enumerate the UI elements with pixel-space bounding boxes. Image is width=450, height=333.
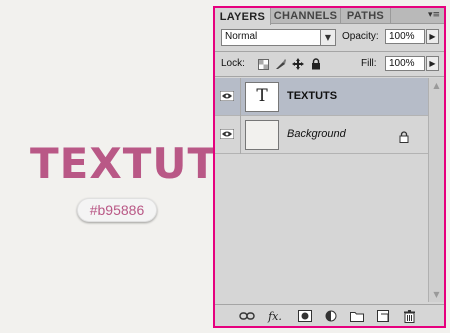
opacity-arrow-icon[interactable]: ▶ [426, 29, 439, 44]
lock-all-icon[interactable] [310, 58, 322, 70]
text-layer-icon: T [256, 86, 268, 106]
fill-arrow-icon[interactable]: ▶ [426, 56, 439, 71]
panel-bottom-bar: fx. [215, 304, 444, 326]
text-layer-thumbnail: T [245, 82, 279, 112]
lock-pixels-icon[interactable] [275, 58, 287, 70]
panel-tabs: LAYERS CHANNELS PATHS ▾≡ [215, 8, 444, 25]
trash-icon[interactable] [401, 309, 417, 323]
layer-row-background[interactable]: Background [215, 116, 428, 154]
opacity-label: Opacity: [342, 31, 379, 42]
lock-label: Lock: [221, 58, 245, 69]
layer-name[interactable]: Background [287, 128, 346, 140]
divider [240, 116, 241, 154]
chevron-down-icon[interactable]: ▼ [320, 30, 335, 45]
tab-paths[interactable]: PATHS [341, 8, 391, 24]
divider [240, 78, 241, 116]
layer-name[interactable]: TEXTUTS [287, 90, 337, 102]
blend-opacity-row: Normal ▼ Opacity: 100% ▶ [215, 26, 444, 48]
fx-icon[interactable]: fx. [267, 309, 283, 323]
new-group-icon[interactable] [349, 309, 365, 323]
layer-list: T TEXTUTS Background [215, 78, 428, 302]
link-layers-icon[interactable] [239, 309, 255, 323]
new-layer-icon[interactable] [375, 309, 391, 323]
lock-icon [399, 128, 409, 143]
lock-position-icon[interactable] [292, 58, 304, 70]
color-badge-text: #b95886 [89, 202, 145, 218]
lock-fill-row: Lock: Fill: 100% ▶ [215, 54, 444, 74]
scroll-down-icon[interactable]: ▼ [429, 287, 444, 302]
divider [215, 51, 444, 52]
divider [215, 76, 444, 77]
layers-panel: LAYERS CHANNELS PATHS ▾≡ Normal ▼ Opacit… [213, 6, 446, 328]
layer-list-scrollbar[interactable]: ▲ ▼ [428, 78, 444, 302]
opacity-input[interactable]: 100% [385, 29, 425, 44]
scroll-up-icon[interactable]: ▲ [429, 78, 444, 93]
panel-menu-icon[interactable]: ▾≡ [426, 10, 440, 21]
eye-icon[interactable] [219, 90, 235, 102]
fill-label: Fill: [361, 58, 377, 69]
blend-mode-select[interactable]: Normal ▼ [221, 29, 336, 46]
layer-row-textuts[interactable]: T TEXTUTS [215, 78, 428, 116]
add-mask-icon[interactable] [297, 309, 313, 323]
eye-icon[interactable] [219, 128, 235, 140]
tab-layers[interactable]: LAYERS [215, 8, 271, 25]
tab-channels[interactable]: CHANNELS [271, 8, 341, 24]
adjustment-layer-icon[interactable] [323, 309, 339, 323]
canvas-title: TEXTUTS [30, 139, 249, 188]
blend-mode-value: Normal [225, 31, 258, 42]
background-layer-thumbnail [245, 120, 279, 150]
color-badge: #b95886 [77, 198, 157, 222]
lock-transparent-icon[interactable] [257, 58, 269, 70]
fill-input[interactable]: 100% [385, 56, 425, 71]
